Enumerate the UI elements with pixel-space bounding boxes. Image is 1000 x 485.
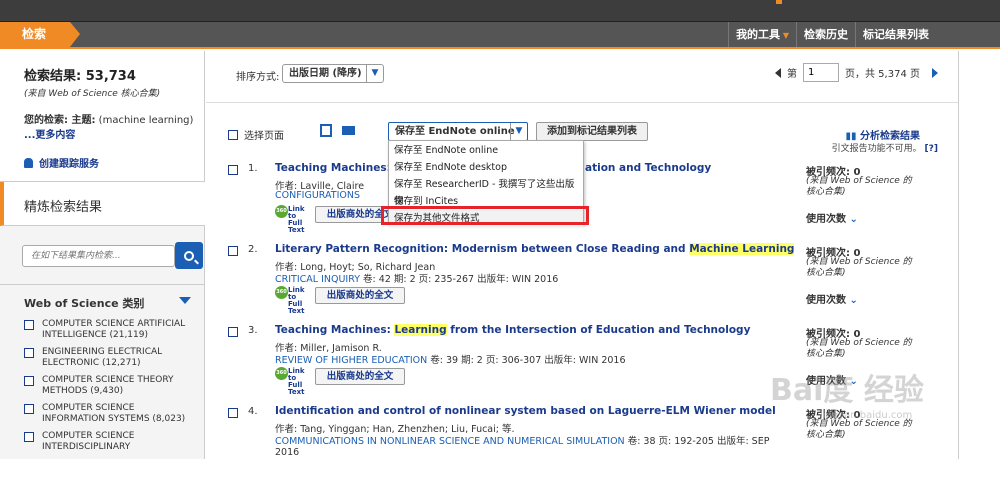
your-search: 您的检索: 主题: (machine learning) [24,115,194,126]
category-item[interactable]: COMPUTER SCIENCE INFORMATION SYSTEMS (8,… [24,403,200,425]
category-header[interactable]: Web of Science 类别 [0,284,205,310]
print-icon[interactable] [320,124,332,137]
record-title[interactable]: Teaching Machines: Learning from the Int… [275,324,750,336]
times-cited-source: (来自 Web of Science 的核心合集) [806,257,912,278]
checkbox[interactable] [24,376,34,386]
results-source: (来自 Web of Science 核心合集) [24,89,161,99]
sort-bar: 排序方式: 出版日期 (降序)▼ 第 页，共 5,374 页 [206,51,958,103]
page-input[interactable] [803,63,839,82]
checkbox[interactable] [24,320,34,330]
refine-search-input[interactable] [22,245,175,267]
prev-page-icon[interactable] [775,67,781,78]
usage-count-toggle[interactable]: 使用次数 [806,210,858,225]
checkbox[interactable] [24,348,34,358]
chevron-down-icon [179,297,191,304]
link-360-icon[interactable]: 360 Link to Full Text [275,286,311,315]
refine-search [22,242,203,271]
save-select[interactable]: 保存至 EndNote online ▼ [388,122,528,141]
refine-title: 精炼检索结果 [0,182,205,226]
record-number: 4. [248,406,258,417]
chevron-down-icon: ▼ [510,123,527,140]
more-link[interactable]: ...更多内容 [24,126,204,141]
record-title[interactable]: Identification and control of nonlinear … [275,405,776,417]
times-cited-source: (来自 Web of Science 的核心合集) [806,419,912,440]
marked-list-link[interactable]: 标记结果列表 [855,22,936,47]
category-item[interactable]: COMPUTER SCIENCE INTERDISCIPLINARY [24,431,200,453]
record-journal: COMMUNICATIONS IN NONLINEAR SCIENCE AND … [275,436,770,458]
citation-report-note: 引文报告功能不可用。 [?] [831,144,938,154]
record-journal: CRITICAL INQUIRY 卷: 42 期: 2 页: 235-267 出… [275,274,559,285]
category-list: COMPUTER SCIENCE ARTIFICIAL INTELLIGENCE… [24,319,200,459]
search-icon [184,250,194,261]
sort-select[interactable]: 出版日期 (降序) ▼ [282,64,384,83]
search-history-link[interactable]: 检索历史 [796,22,855,47]
watermark-logo: Bai度 经验 [770,373,924,408]
analyze-results-link[interactable]: ▮▮ 分析检索结果 [846,127,921,142]
full-text-button[interactable]: 出版商处的全文 [315,368,405,385]
search-summary: 检索结果: 53,734 (来自 Web of Science 核心合集) 您的… [0,51,204,182]
sidebar: 检索结果: 53,734 (来自 Web of Science 核心合集) 您的… [0,51,205,459]
my-tools-menu[interactable]: 我的工具 [728,22,796,47]
record-journal: REVIEW OF HIGHER EDUCATION 卷: 39 期: 2 页:… [275,355,626,366]
full-text-button[interactable]: 出版商处的全文 [315,287,405,304]
nav-links: 我的工具 检索历史 标记结果列表 [728,22,936,47]
notification-marker [776,0,782,4]
sort-label: 排序方式: [236,72,280,83]
highlight-annotation-box [381,206,589,225]
email-icon[interactable] [342,126,355,135]
category-item[interactable]: ENGINEERING ELECTRICAL ELECTRONIC (12,27… [24,347,200,369]
menu-item-endnote-desktop[interactable]: 保存至 EndNote desktop [389,159,583,176]
checkbox[interactable] [228,327,238,337]
menu-item-endnote-online[interactable]: 保存至 EndNote online [389,142,583,159]
link-360-icon[interactable]: 360 Link to Full Text [275,367,311,396]
add-to-marked-list-button[interactable]: 添加到标记结果列表 [536,122,648,141]
pager: 第 页，共 5,374 页 [775,63,938,82]
checkbox[interactable] [228,408,238,418]
results-count: 检索结果: 53,734 [24,69,136,84]
nav-bar: 检索 我的工具 检索历史 标记结果列表 [0,22,1000,49]
next-page-icon[interactable] [932,67,938,78]
record-number: 3. [248,325,258,336]
menu-item-researcherid[interactable]: 保存至 ResearcherID - 我撰写了这些出版物 [389,176,583,207]
record-title[interactable]: Literary Pattern Recognition: Modernism … [275,243,795,255]
help-link[interactable]: [?] [925,144,938,154]
watermark-url: jingyan.baidu.com [820,410,913,421]
top-bar [0,0,1000,22]
times-cited-source: (来自 Web of Science 的核心合集) [806,338,912,359]
times-cited-source: (来自 Web of Science 的核心合集) [806,176,912,197]
select-page[interactable]: 选择页面 [228,127,284,142]
link-360-icon[interactable]: 360 Link to Full Text [275,205,311,234]
usage-count-toggle[interactable]: 使用次数 [806,291,858,306]
create-alert-link[interactable]: 创建跟踪服务 [24,155,204,170]
checkbox[interactable] [228,246,238,256]
record-number: 1. [248,163,258,174]
checkbox[interactable] [24,404,34,414]
checkbox[interactable] [228,165,238,175]
record-number: 2. [248,244,258,255]
category-item[interactable]: COMPUTER SCIENCE THEORY METHODS (9,430) [24,375,200,397]
checkbox[interactable] [24,432,34,442]
checkbox[interactable] [228,130,238,140]
refine-search-button[interactable] [175,242,203,269]
category-item[interactable]: COMPUTER SCIENCE ARTIFICIAL INTELLIGENCE… [24,319,200,341]
result-record: 2. Literary Pattern Recognition: Moderni… [206,242,958,323]
tab-search[interactable]: 检索 [0,22,80,47]
bell-icon [24,157,33,168]
chevron-down-icon: ▼ [366,65,383,82]
right-margin [958,51,1000,459]
